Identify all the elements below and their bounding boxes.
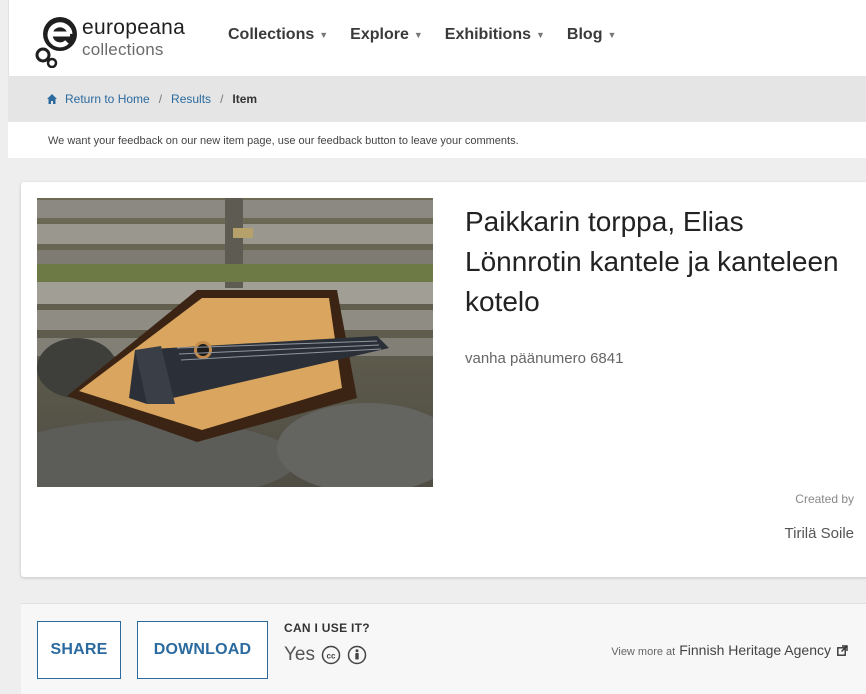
breadcrumb-bar: Return to Home / Results / Item — [8, 76, 866, 122]
home-icon[interactable] — [46, 93, 58, 105]
item-title: Paikkarin torppa, Elias Lönnrotin kantel… — [465, 206, 839, 317]
view-more-prefix: View more at — [611, 646, 676, 658]
nav-exhibitions[interactable]: Exhibitions ▼ — [445, 26, 545, 44]
nav-collections[interactable]: Collections ▼ — [228, 26, 328, 44]
item-image[interactable] — [37, 198, 433, 487]
europeana-logo-mark-icon — [35, 17, 77, 68]
logo-text-europeana: europeana — [82, 16, 186, 39]
kantele-photo — [37, 198, 433, 487]
attribution-icon — [347, 645, 367, 665]
item-card: Paikkarin torppa, Elias Lönnrotin kantel… — [21, 182, 866, 577]
breadcrumb-current: Item — [232, 92, 258, 106]
share-button[interactable]: SHARE — [37, 621, 121, 679]
external-link-icon — [837, 644, 848, 656]
item-actions-bar: SHARE DOWNLOAD CAN I USE IT? Yes cc View… — [21, 603, 866, 694]
breadcrumb: Return to Home / Results / Item — [46, 92, 257, 106]
nav-blog-label: Blog — [566, 26, 603, 43]
nav-blog[interactable]: Blog ▼ — [567, 26, 616, 44]
logo-text-collections: collections — [82, 40, 164, 59]
breadcrumb-results-link[interactable]: Results — [171, 92, 211, 106]
chevron-down-icon: ▼ — [607, 30, 617, 40]
rights-statement[interactable]: Yes cc — [284, 644, 367, 666]
feedback-text: We want your feedback on our new item pa… — [48, 135, 519, 147]
view-more-at: View more at Finnish Heritage Agency — [611, 642, 848, 658]
main-nav: Collections ▼ Explore ▼ Exhibitions ▼ Bl… — [228, 26, 616, 44]
nav-exhibitions-label: Exhibitions — [444, 26, 531, 43]
svg-text:cc: cc — [327, 652, 336, 661]
nav-explore-label: Explore — [350, 26, 409, 43]
feedback-notice: We want your feedback on our new item pa… — [8, 122, 866, 158]
breadcrumb-home-link[interactable]: Return to Home — [65, 92, 150, 106]
chevron-down-icon: ▼ — [413, 30, 423, 40]
can-i-use-it-label: CAN I USE IT? — [284, 621, 370, 635]
breadcrumb-separator: / — [158, 92, 163, 106]
rights-value: Yes — [284, 644, 315, 665]
chevron-down-icon: ▼ — [536, 30, 545, 40]
nav-collections-label: Collections — [228, 26, 315, 43]
nav-explore[interactable]: Explore ▼ — [350, 26, 423, 44]
breadcrumb-separator: / — [220, 92, 224, 106]
download-button[interactable]: DOWNLOAD — [137, 621, 268, 679]
cc-icon: cc — [321, 645, 341, 665]
created-by-value[interactable]: Tirilä Soile — [785, 525, 854, 542]
provider-link[interactable]: Finnish Heritage Agency — [679, 642, 831, 658]
created-by-label: Created by — [795, 492, 854, 506]
item-description: vanha päänumero 6841 — [465, 350, 624, 367]
site-header: europeana collections Collections ▼ Expl… — [8, 0, 866, 76]
europeana-logo[interactable]: europeana collections — [34, 12, 204, 68]
chevron-down-icon: ▼ — [319, 30, 329, 40]
